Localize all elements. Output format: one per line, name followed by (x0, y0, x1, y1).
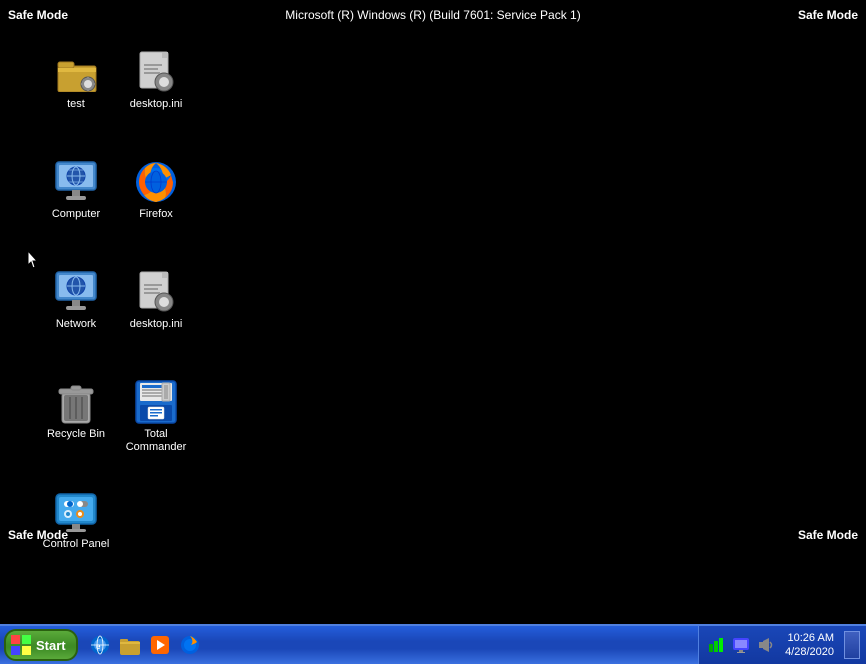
windows-title: Microsoft (R) Windows (R) (Build 7601: S… (285, 8, 580, 22)
safemode-label-bottomright: Safe Mode (798, 528, 858, 542)
icon-desktop-ini-2[interactable]: desktop.ini (116, 268, 196, 331)
total-commander-icon (132, 378, 180, 426)
firefox-icon (132, 158, 180, 206)
start-button[interactable]: Start (4, 629, 78, 661)
safemode-label-bottomleft: Safe Mode (8, 528, 68, 542)
system-clock[interactable]: 10:26 AM 4/28/2020 (781, 631, 838, 660)
taskbar-systray: 10:26 AM 4/28/2020 (698, 626, 866, 664)
systray-network-icon[interactable] (705, 634, 727, 656)
recycle-bin-icon (52, 378, 100, 426)
test-folder-icon (52, 48, 100, 96)
computer-label: Computer (52, 208, 100, 221)
clock-date: 4/28/2020 (785, 645, 834, 659)
desktop-ini-1-label: desktop.ini (130, 98, 183, 111)
systray-monitor-icon[interactable] (730, 634, 752, 656)
network-label: Network (56, 318, 96, 331)
safemode-bar-bottom: Safe Mode Safe Mode (0, 606, 866, 624)
taskbar-firefox-taskbar-icon[interactable] (176, 631, 204, 659)
taskbar-quicklaunch: e (82, 626, 698, 664)
test-folder-label: test (67, 98, 85, 111)
taskbar-ie-icon[interactable]: e (86, 631, 114, 659)
total-commander-label: Total Commander (126, 428, 187, 454)
icon-computer[interactable]: Computer (36, 158, 116, 221)
desktop: test desktop.ini (0, 20, 866, 564)
firefox-label: Firefox (139, 208, 173, 221)
recycle-bin-label: Recycle Bin (47, 428, 105, 441)
icon-desktop-ini-1[interactable]: desktop.ini (116, 48, 196, 111)
svg-text:e: e (96, 642, 101, 651)
computer-icon (52, 158, 100, 206)
systray-icons (705, 634, 777, 656)
taskbar-folder-icon[interactable] (116, 631, 144, 659)
desktop-ini-1-icon (132, 48, 180, 96)
desktop-ini-2-icon (132, 268, 180, 316)
clock-time: 10:26 AM (785, 631, 834, 645)
safemode-label-topright: Safe Mode (798, 8, 858, 22)
icon-recycle-bin[interactable]: Recycle Bin (36, 378, 116, 441)
safemode-label-topleft: Safe Mode (8, 8, 68, 22)
mouse-cursor (28, 251, 40, 269)
show-desktop-button[interactable] (844, 631, 860, 659)
desktop-ini-2-label: desktop.ini (130, 318, 183, 331)
taskbar-media-icon[interactable] (146, 631, 174, 659)
icon-test-folder[interactable]: test (36, 48, 116, 111)
icon-firefox[interactable]: Firefox (116, 158, 196, 221)
systray-volume-icon[interactable] (755, 634, 777, 656)
icon-network[interactable]: Network (36, 268, 116, 331)
network-icon (52, 268, 100, 316)
icon-total-commander[interactable]: Total Commander (116, 378, 196, 454)
taskbar: Start e (0, 624, 866, 664)
start-label: Start (36, 638, 66, 653)
